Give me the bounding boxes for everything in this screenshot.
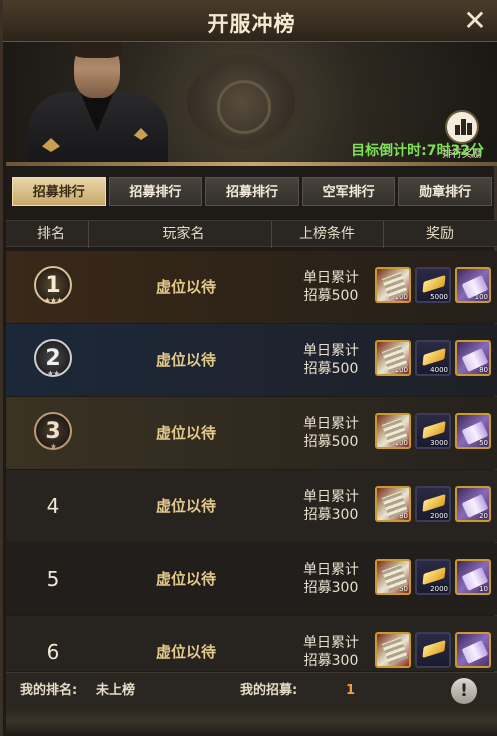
reward-items bbox=[375, 632, 491, 670]
purple-ticket-icon[interactable]: 100 bbox=[455, 267, 491, 303]
purple-ticket-icon[interactable]: 20 bbox=[455, 486, 491, 522]
rank-condition: 单日累计 招募500 bbox=[303, 343, 359, 377]
rank-number: 5 bbox=[46, 567, 60, 591]
table-row: 2 ★★ 虚位以待 单日累计 招募500 100 4000 80 bbox=[6, 324, 497, 396]
ranking-panel: 开服冲榜 ✕ 排行奖励 目标倒计时:7时32分 招募排行 招募排行 招募排行 空… bbox=[0, 0, 497, 736]
countdown-timer: 目标倒计时:7时32分 bbox=[351, 143, 484, 159]
rank-condition: 单日累计 招募300 bbox=[303, 635, 359, 669]
tab-medal-rank[interactable]: 勋章排行 bbox=[398, 177, 492, 206]
rank-condition: 单日累计 招募300 bbox=[303, 489, 359, 523]
reward-items: 100 4000 80 bbox=[375, 340, 491, 378]
divider bbox=[6, 162, 497, 166]
rank-stars: ★★★ bbox=[43, 296, 64, 305]
player-name: 虚位以待 bbox=[155, 570, 216, 588]
podium-icon bbox=[445, 110, 479, 144]
rank-number: 6 bbox=[46, 640, 60, 664]
my-rank-value: 未上榜 bbox=[96, 683, 136, 698]
recruit-ticket-icon[interactable]: 80 bbox=[375, 486, 411, 522]
rank-number: 4 bbox=[46, 494, 60, 518]
player-name: 虚位以待 bbox=[155, 351, 216, 369]
my-recruit-label: 我的招募: bbox=[240, 683, 298, 698]
reward-items: 100 5000 100 bbox=[375, 267, 491, 305]
table-row: 4 虚位以待 单日累计 招募300 80 2000 20 bbox=[6, 470, 497, 542]
table-row: 6 虚位以待 单日累计 招募300 bbox=[6, 616, 497, 671]
officer-portrait bbox=[14, 42, 168, 162]
my-rank-bar: 我的排名: 未上榜 我的招募: 1 ! bbox=[6, 672, 497, 708]
info-icon[interactable]: ! bbox=[451, 678, 477, 704]
rank-condition: 单日累计 招募500 bbox=[303, 270, 359, 304]
rank-condition: 单日累计 招募300 bbox=[303, 562, 359, 596]
purple-ticket-icon[interactable]: 10 bbox=[455, 559, 491, 595]
tab-recruit-rank-1[interactable]: 招募排行 bbox=[12, 177, 106, 206]
gold-bar-icon[interactable] bbox=[415, 632, 451, 668]
gold-bar-icon[interactable]: 2000 bbox=[415, 559, 451, 595]
recruit-ticket-icon[interactable]: 100 bbox=[375, 413, 411, 449]
my-recruit-value: 1 bbox=[346, 683, 356, 698]
reward-items: 80 2000 20 bbox=[375, 486, 491, 524]
bottom-decoration bbox=[6, 708, 497, 736]
recruit-ticket-icon[interactable] bbox=[375, 632, 411, 668]
ranking-list[interactable]: 1 ★★★ 虚位以待 单日累计 招募500 100 5000 100 2 ★★ … bbox=[6, 251, 497, 671]
gold-bar-icon[interactable]: 3000 bbox=[415, 413, 451, 449]
tab-airforce-rank[interactable]: 空军排行 bbox=[301, 177, 396, 206]
recruit-ticket-icon[interactable]: 50 bbox=[375, 559, 411, 595]
recruit-ticket-icon[interactable]: 100 bbox=[375, 340, 411, 376]
rank-stars: ★★ bbox=[46, 369, 60, 378]
gold-bar-icon[interactable]: 4000 bbox=[415, 340, 451, 376]
purple-ticket-icon[interactable]: 50 bbox=[455, 413, 491, 449]
close-icon[interactable]: ✕ bbox=[460, 6, 490, 36]
purple-ticket-icon[interactable]: 80 bbox=[455, 340, 491, 376]
tab-recruit-rank-3[interactable]: 招募排行 bbox=[205, 177, 299, 206]
col-player: 玩家名 bbox=[162, 226, 205, 242]
table-row: 1 ★★★ 虚位以待 单日累计 招募500 100 5000 100 bbox=[6, 251, 497, 323]
reward-items: 100 3000 50 bbox=[375, 413, 491, 451]
player-name: 虚位以待 bbox=[155, 278, 216, 296]
reward-items: 50 2000 10 bbox=[375, 559, 491, 597]
my-rank-label: 我的排名: bbox=[20, 683, 78, 698]
player-name: 虚位以待 bbox=[155, 643, 216, 661]
table-row: 5 虚位以待 单日累计 招募300 50 2000 10 bbox=[6, 543, 497, 615]
rank-stars: ★ bbox=[49, 442, 57, 451]
tab-bar: 招募排行 招募排行 招募排行 空军排行 勋章排行 bbox=[12, 177, 492, 206]
table-header: 排名 玩家名 上榜条件 奖励 bbox=[6, 220, 497, 248]
gold-bar-icon[interactable]: 2000 bbox=[415, 486, 451, 522]
col-rank: 排名 bbox=[37, 226, 65, 242]
emblem-image bbox=[181, 54, 301, 150]
gold-bar-icon[interactable]: 5000 bbox=[415, 267, 451, 303]
page-title: 开服冲榜 bbox=[207, 12, 296, 36]
player-name: 虚位以待 bbox=[155, 497, 216, 515]
purple-ticket-icon[interactable] bbox=[455, 632, 491, 668]
tab-recruit-rank-2[interactable]: 招募排行 bbox=[108, 177, 203, 206]
rank-condition: 单日累计 招募500 bbox=[303, 416, 359, 450]
table-row: 3 ★ 虚位以待 单日累计 招募500 100 3000 50 bbox=[6, 397, 497, 469]
player-name: 虚位以待 bbox=[155, 424, 216, 442]
col-reward: 奖励 bbox=[426, 226, 454, 242]
recruit-ticket-icon[interactable]: 100 bbox=[375, 267, 411, 303]
col-condition: 上榜条件 bbox=[299, 226, 355, 242]
title-bar: 开服冲榜 ✕ bbox=[3, 0, 497, 42]
